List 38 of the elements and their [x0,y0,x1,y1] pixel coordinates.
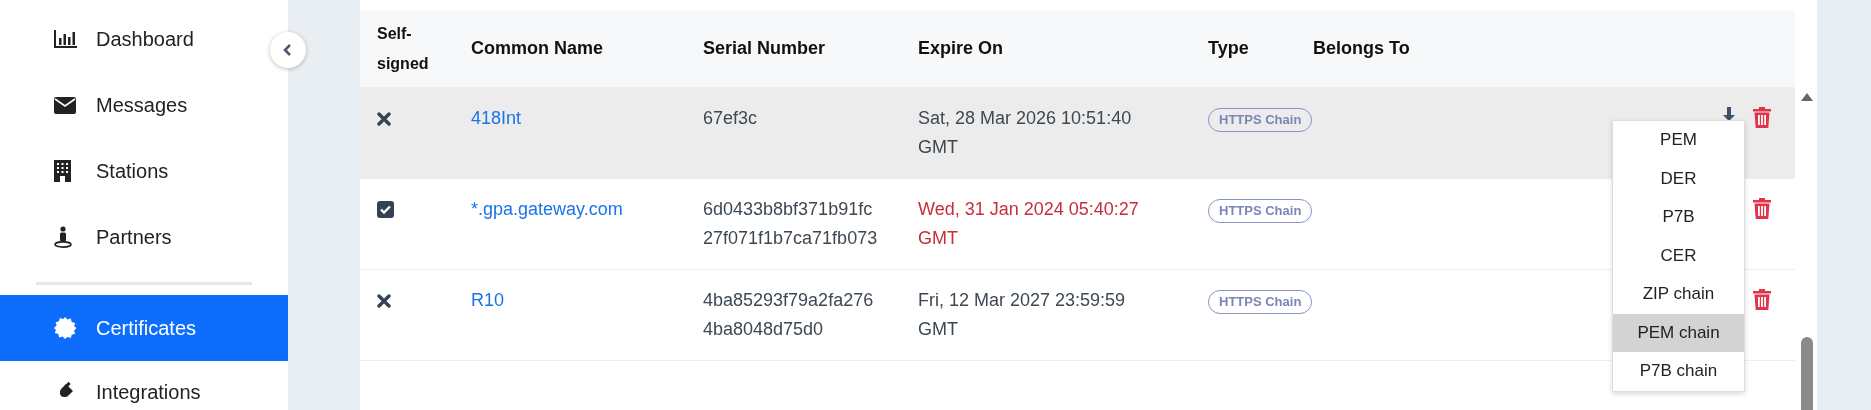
serial-number: 4ba85293f79a2fa2764ba8048d75d0 [703,289,875,341]
envelope-icon [54,96,76,114]
column-header: Common Name [471,38,605,59]
column-header: Belongs To [1313,38,1411,59]
menu-item[interactable]: CER [1613,236,1744,275]
sidebar-item[interactable]: Messages [0,72,266,138]
menu-item[interactable]: PEM [1613,121,1744,160]
expiry-date: Fri, 12 Mar 2027 23:59:59 GMT [918,289,1127,341]
menu-item[interactable]: ZIP chain [1613,275,1744,314]
sidebar-item[interactable]: Certificates [0,295,288,361]
trash-icon[interactable] [1753,107,1771,128]
sidebar-item[interactable]: Dashboard [0,6,266,72]
bar-chart-icon [54,29,78,49]
menu-item[interactable]: DER [1613,159,1744,198]
column-header: Expire On [918,38,1005,59]
building-icon [54,160,71,182]
menu-item[interactable]: P7B [1613,198,1744,237]
badge-icon [54,317,76,339]
expiry-date: Wed, 31 Jan 2024 05:40:27 GMT [918,198,1140,250]
sidebar-item[interactable]: Integrations [0,361,266,407]
sidebar-item[interactable]: Partners [0,204,266,270]
serial-number: 6d0433b8bf371b91fc27f071f1b7ca71fb073 [703,198,878,250]
serial-number: 67ef3c [703,107,759,130]
certificate-link[interactable]: R10 [471,290,505,310]
collapse-button[interactable] [270,32,306,68]
chevron-left-icon [283,44,293,56]
certificate-link[interactable]: *.gpa.gateway.com [471,199,623,219]
menu-item[interactable]: PEM chain [1613,313,1744,352]
expiry-date: Sat, 28 Mar 2026 10:51:40 GMT [918,107,1133,159]
sidebar-item[interactable]: Stations [0,138,266,204]
column-header: Serial Number [703,38,827,59]
trash-icon[interactable] [1753,198,1771,219]
trash-icon[interactable] [1753,289,1771,310]
person-pin-icon [54,226,72,248]
column-header: Type [1208,38,1250,59]
menu-item[interactable]: P7B chain [1613,352,1744,391]
column-header: Self-signed [376,23,430,74]
certificate-link[interactable]: 418Int [471,108,522,128]
